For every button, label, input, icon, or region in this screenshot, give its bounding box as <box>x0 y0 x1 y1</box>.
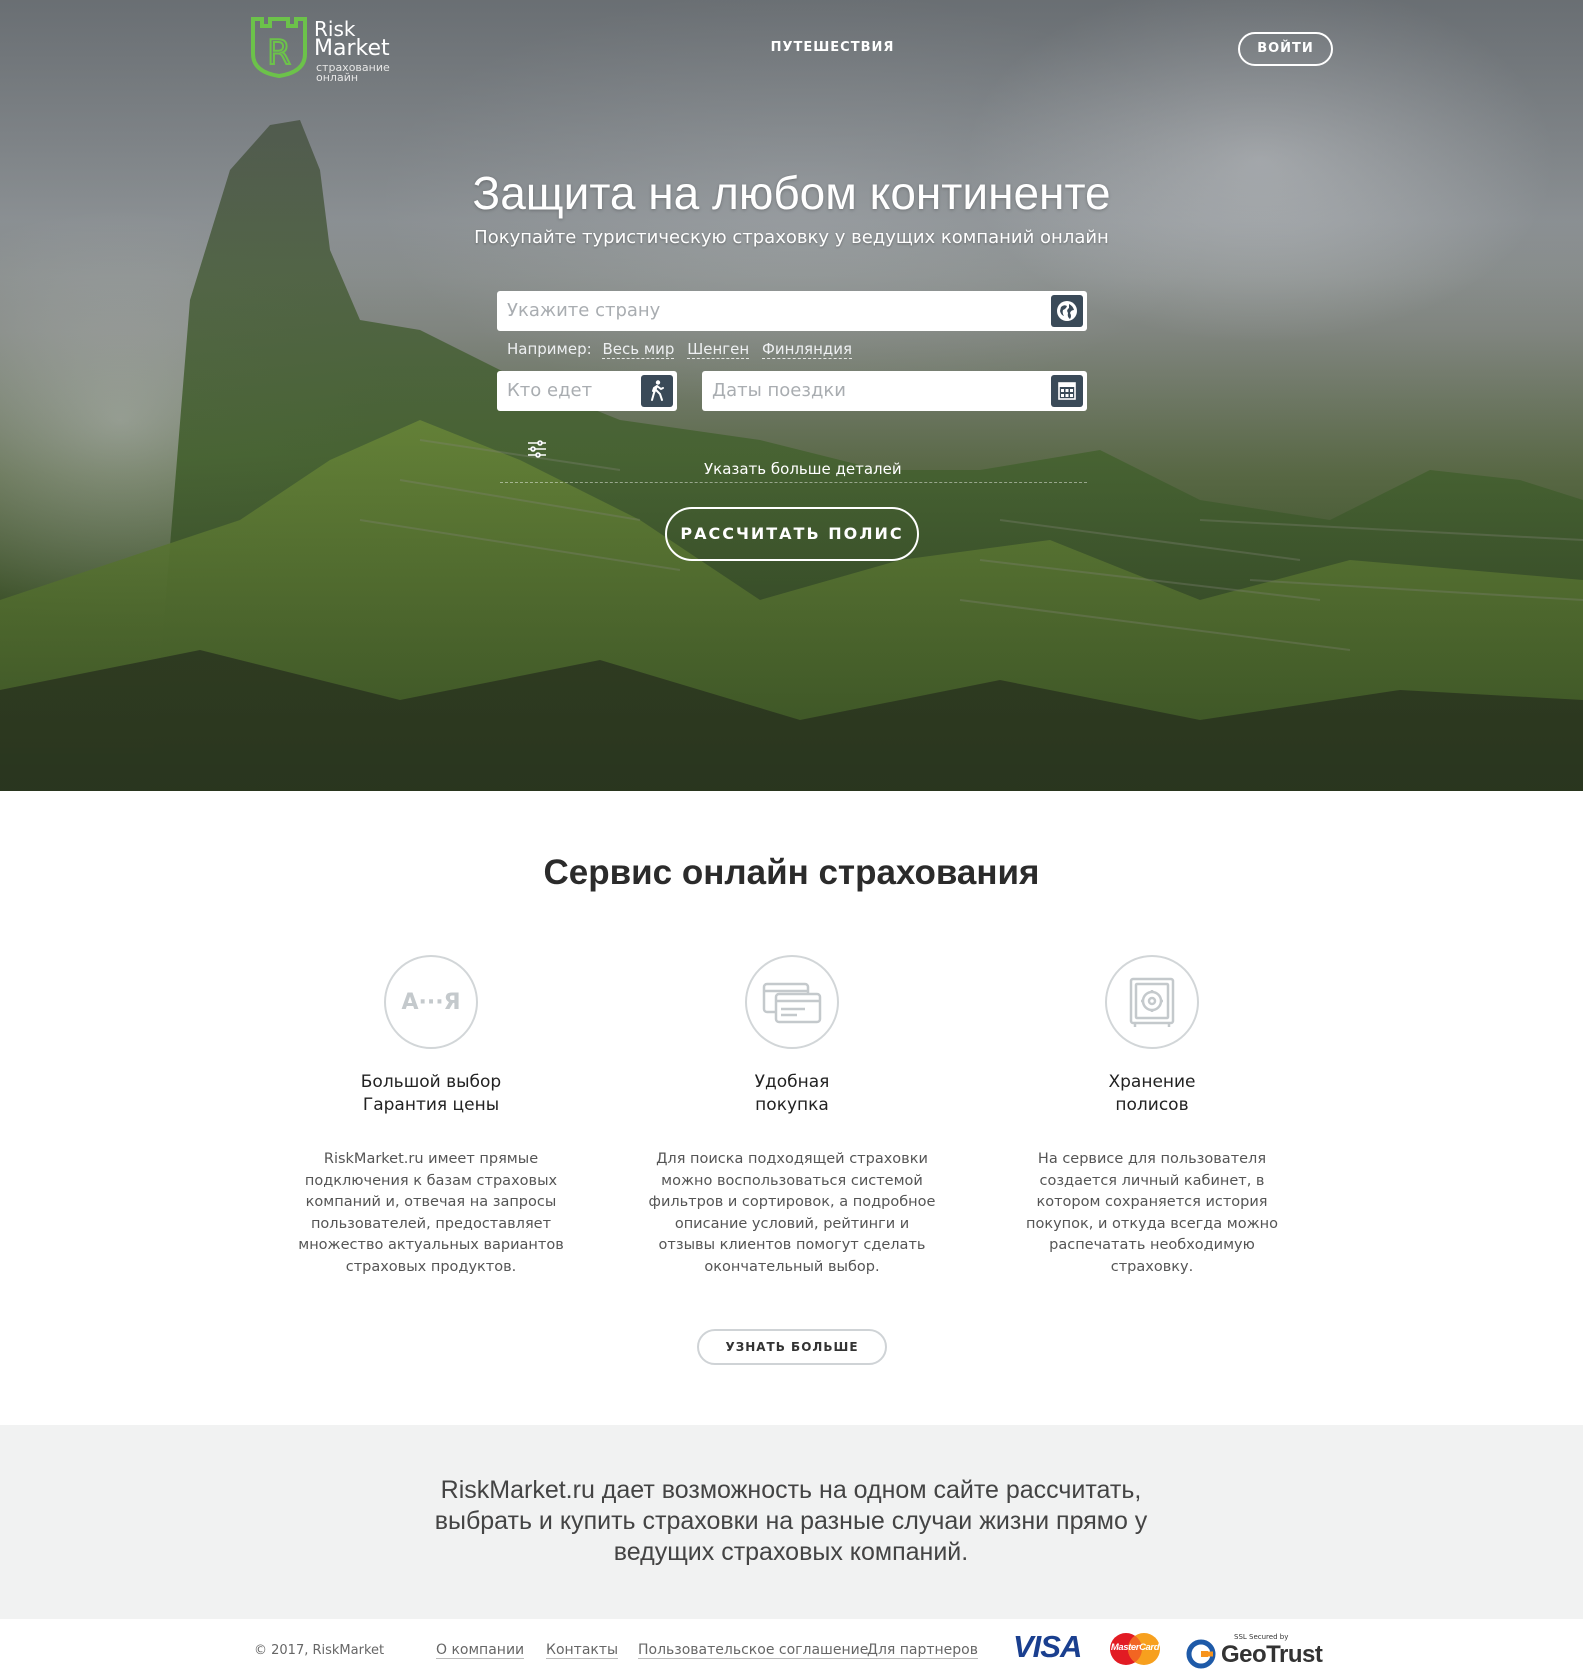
about-text: RiskMarket.ru дает возможность на одном … <box>434 1476 1148 1566</box>
country-placeholder: Укажите страну <box>507 300 661 321</box>
svg-text:R: R <box>267 33 291 73</box>
feature-description: На сервисе для пользователя создается ли… <box>1025 1151 1279 1275</box>
logo[interactable]: R Risk Market страхование онлайн <box>250 16 400 84</box>
hero-title: Защита на любом континенте <box>472 167 1111 219</box>
geotrust-text: GeoTrust <box>1221 1641 1323 1668</box>
about-section: RiskMarket.ru дает возможность на одном … <box>0 1425 1583 1619</box>
feature-title-line2: покупка <box>755 1095 829 1115</box>
geotrust-small-text: SSL Secured by <box>1234 1633 1289 1641</box>
logo-tagline-2: онлайн <box>316 71 359 84</box>
calculate-policy-button[interactable]: РАССЧИТАТЬ ПОЛИС <box>665 507 919 561</box>
examples-label: Например: <box>507 340 592 358</box>
visa-logo: VISA <box>1013 1629 1082 1664</box>
hero-subtitle: Покупайте туристическую страховку у веду… <box>474 227 1109 248</box>
feature-title-line1: Хранение <box>1108 1072 1196 1092</box>
feature-easy-purchase: Удобная покупка Для поиска подходящей стр… <box>642 955 942 1278</box>
learn-more-button[interactable]: УЗНАТЬ БОЛЬШЕ <box>697 1329 887 1365</box>
dates-input[interactable]: Даты поездки <box>702 371 1087 411</box>
a-to-ya-icon-text: А···Я <box>401 990 461 1015</box>
more-details-divider <box>500 482 1087 483</box>
login-button[interactable]: ВОЙТИ <box>1238 32 1333 66</box>
safe-icon <box>1105 955 1199 1049</box>
feature-description: Для поиска подходящей страховки можно во… <box>648 1151 936 1275</box>
mastercard-text: MasterCard <box>1110 1642 1160 1653</box>
footer: © 2017, RiskMarket О компании Контакты П… <box>0 1619 1583 1679</box>
travelers-placeholder: Кто едет <box>507 380 593 401</box>
feature-title-line1: Удобная <box>754 1072 830 1092</box>
a-to-ya-icon: А···Я <box>384 955 478 1049</box>
logo-text-market: Market <box>314 36 390 61</box>
feature-description: RiskMarket.ru имеет прямые подключения к… <box>298 1151 564 1275</box>
more-details-link[interactable]: Указать больше деталей <box>704 460 902 478</box>
country-input[interactable]: Укажите страну <box>497 291 1087 331</box>
travelers-input[interactable]: Кто едет <box>497 371 677 411</box>
example-world[interactable]: Весь мир <box>602 340 675 359</box>
credit-cards-icon <box>745 955 839 1049</box>
example-finland[interactable]: Финляндия <box>761 340 853 359</box>
globe-icon[interactable] <box>1051 295 1083 327</box>
dates-placeholder: Даты поездки <box>712 380 846 401</box>
footer-link-agreement[interactable]: Пользовательское соглашение <box>638 1642 869 1659</box>
walking-person-icon[interactable] <box>641 375 673 407</box>
nav-travel-link[interactable]: ПУТЕШЕСТВИЯ <box>760 40 905 55</box>
feature-title-line2: Гарантия цены <box>362 1095 500 1115</box>
feature-title-line2: полисов <box>1115 1095 1189 1115</box>
examples-row: Например: Весь мир Шенген Финляндия <box>507 340 860 359</box>
feature-title-line1: Большой выбор <box>360 1072 502 1092</box>
footer-link-about[interactable]: О компании <box>436 1642 525 1659</box>
footer-link-partners[interactable]: Для партнеров <box>867 1642 979 1659</box>
logo-tower-icon: R <box>251 17 307 78</box>
calendar-icon[interactable] <box>1051 375 1083 407</box>
services-title: Сервис онлайн страхования <box>543 853 1040 892</box>
copyright: © 2017, RiskMarket <box>254 1643 385 1658</box>
geotrust-logo: SSL Secured by GeoTrust <box>1186 1633 1326 1669</box>
feature-policy-storage: Хранение полисов На сервисе для пользоват… <box>1002 955 1302 1278</box>
feature-big-choice: А···Я Большой выбор Гарантия цены RiskMar… <box>281 955 581 1278</box>
filter-sliders-icon[interactable] <box>526 438 548 460</box>
footer-link-contacts[interactable]: Контакты <box>546 1642 619 1659</box>
mastercard-logo: MasterCard <box>1105 1631 1165 1667</box>
example-schengen[interactable]: Шенген <box>687 340 750 359</box>
geotrust-icon <box>1186 1639 1216 1669</box>
